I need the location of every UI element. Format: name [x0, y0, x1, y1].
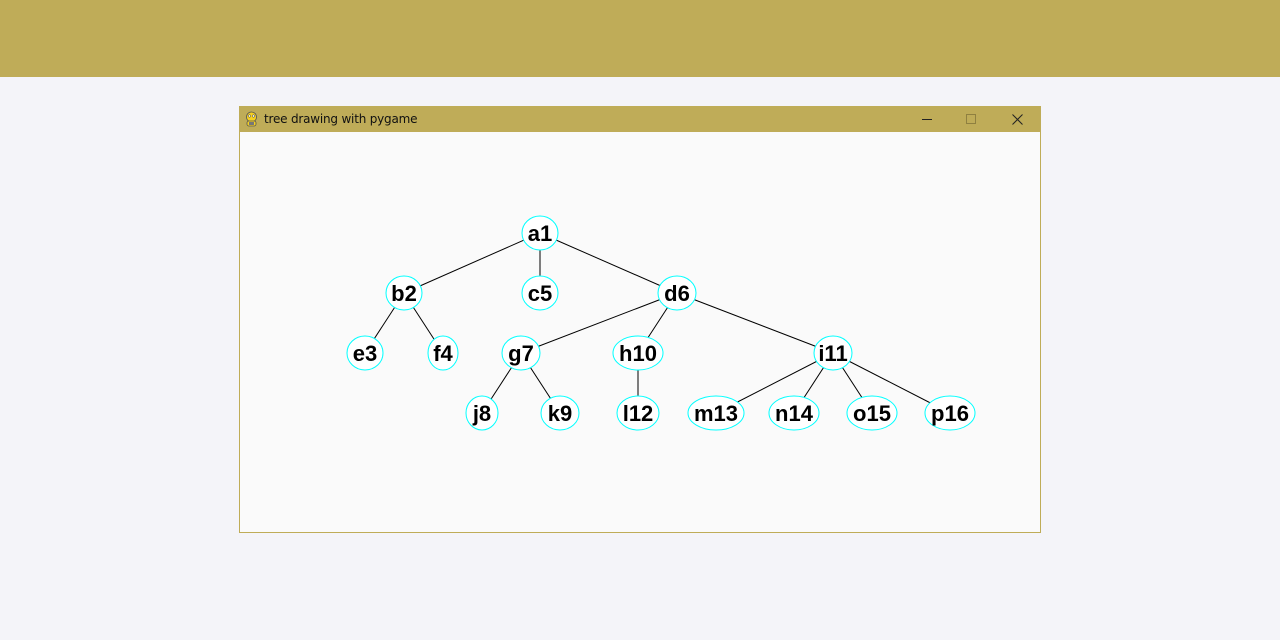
tree-node-f4: f4 [427, 335, 459, 371]
tree-node-k9: k9 [540, 395, 580, 431]
close-icon [1011, 114, 1023, 125]
node-label: g7 [508, 341, 534, 366]
maximize-button[interactable] [948, 107, 994, 132]
tree-node-p16: p16 [924, 395, 976, 431]
node-label: a1 [528, 221, 552, 246]
pygame-snake-icon [246, 111, 257, 127]
tree-node-o15: o15 [846, 395, 898, 431]
tree-node-i11: i11 [813, 335, 853, 371]
node-label: n14 [775, 401, 814, 426]
node-label: p16 [931, 401, 969, 426]
node-label: o15 [853, 401, 891, 426]
tree-node-h10: h10 [612, 335, 664, 371]
close-button[interactable] [994, 107, 1040, 132]
node-label: l12 [623, 401, 654, 426]
node-label: c5 [528, 281, 552, 306]
tree-node-m13: m13 [687, 395, 745, 431]
tree-node-j8: j8 [465, 395, 499, 431]
tree-node-e3: e3 [346, 335, 384, 371]
node-label: k9 [548, 401, 572, 426]
minimize-button[interactable] [904, 107, 950, 132]
tree-node-b2: b2 [385, 275, 423, 311]
tree-canvas: a1 b2 c5 d6 e3 f4 g7 h10 i11 j8 k9 l12 m13 n14 o15 p16 [346, 215, 976, 431]
tree-node-c5: c5 [521, 275, 559, 311]
maximize-icon [965, 114, 976, 124]
title-bar[interactable]: tree drawing with pygame [240, 107, 1040, 132]
tree-node-a1: a1 [521, 215, 559, 251]
edge-a1-d6 [539, 232, 678, 294]
tree-node-g7: g7 [501, 335, 541, 371]
node-label: e3 [353, 341, 377, 366]
top-banner [0, 0, 1280, 77]
tree-node-n14: n14 [768, 395, 820, 431]
node-label: b2 [391, 281, 417, 306]
edge-a1-b2 [403, 232, 541, 294]
node-label: m13 [694, 401, 738, 426]
minimize-icon [921, 119, 932, 120]
node-label: j8 [472, 401, 491, 426]
tree-node-l12: l12 [616, 395, 660, 431]
edge-d6-i11 [676, 292, 834, 354]
node-label: f4 [433, 341, 453, 366]
node-label: d6 [664, 281, 690, 306]
node-label: h10 [619, 341, 657, 366]
pygame-window: tree drawing with pygame a1 b2 c5 d6 e3 f4 g7 h… [239, 106, 1041, 533]
tree-node-d6: d6 [657, 275, 697, 311]
window-title: tree drawing with pygame [264, 112, 418, 126]
node-label: i11 [818, 341, 847, 366]
